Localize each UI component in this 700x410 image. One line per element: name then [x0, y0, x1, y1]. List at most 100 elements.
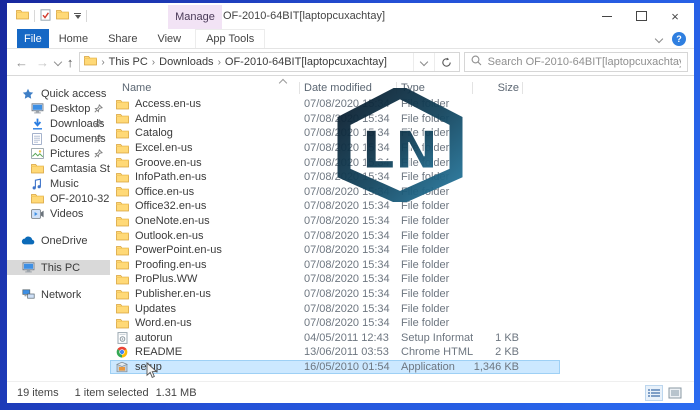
refresh-icon[interactable] [433, 53, 459, 71]
sidebar-item-downloads[interactable]: Downloads [7, 116, 110, 131]
sidebar-item-quick-access[interactable]: Quick access [7, 86, 110, 101]
sidebar-item-music[interactable]: Music [7, 176, 110, 191]
sidebar-item-label: Network [41, 288, 82, 301]
back-button[interactable]: ← [13, 56, 30, 69]
file-name-cell: Office.en-us [110, 186, 300, 198]
file-name: ProPlus.WW [135, 273, 198, 286]
table-row[interactable]: PowerPoint.en-us 07/08/2020 15:34 File fol… [110, 243, 560, 258]
tab-view[interactable]: View [147, 29, 191, 48]
column-header-size[interactable]: Size [473, 79, 523, 97]
thumbnails-view-icon[interactable] [666, 385, 684, 401]
folder-icon [115, 289, 129, 300]
tab-home[interactable]: Home [49, 29, 98, 48]
sidebar-item-onedrive[interactable]: OneDrive [7, 233, 110, 248]
folder-icon [115, 143, 129, 154]
file-type: File folder [401, 142, 450, 155]
tab-app-tools[interactable]: App Tools [195, 29, 266, 48]
sidebar-item-camtasia-studio[interactable]: Camtasia Studio [7, 161, 110, 176]
column-header-type[interactable]: Type [397, 79, 473, 97]
close-button[interactable]: × [658, 3, 692, 29]
table-row[interactable]: ProPlus.WW 07/08/2020 15:34 File folder [110, 272, 560, 287]
sidebar-item-this-pc[interactable]: This PC [7, 260, 110, 275]
file-name: Publisher.en-us [135, 288, 211, 301]
sidebar-item-documents[interactable]: Documents [7, 131, 110, 146]
window-controls: × [590, 3, 692, 29]
file-name-cell: ProPlus.WW [110, 273, 300, 285]
table-row[interactable]: Office.en-us 07/08/2020 15:34 File folder [110, 185, 560, 200]
autorun-icon [115, 331, 129, 344]
details-view-icon[interactable] [645, 384, 663, 401]
tab-file[interactable]: File [17, 29, 49, 48]
help-icon[interactable]: ? [672, 31, 686, 46]
table-row[interactable]: Catalog 07/08/2020 15:34 File folder [110, 126, 560, 141]
breadcrumb-this-pc[interactable]: This PC [109, 56, 148, 68]
pictures-icon [30, 148, 44, 159]
up-button[interactable]: ↑ [65, 56, 76, 69]
table-row[interactable]: Proofing.en-us 07/08/2020 15:34 File folde… [110, 258, 560, 273]
column-header-date-modified[interactable]: Date modified [300, 79, 397, 97]
table-row[interactable]: Outlook.en-us 07/08/2020 15:34 File folder [110, 228, 560, 243]
table-row[interactable]: setup 16/05/2010 01:54 Application 1,346 KB [110, 359, 560, 375]
folder-icon[interactable] [56, 9, 69, 23]
address-dropdown-icon[interactable] [412, 53, 434, 71]
table-row[interactable]: autorun 04/05/2011 12:43 Setup Information… [110, 331, 560, 346]
table-row[interactable]: Word.en-us 07/08/2020 15:34 File folder [110, 316, 560, 331]
file-name-cell: Updates [110, 303, 300, 315]
sidebar-item-desktop[interactable]: Desktop [7, 101, 110, 116]
qat-dropdown-icon[interactable] [74, 13, 81, 19]
search-input[interactable] [487, 56, 681, 68]
breadcrumb-downloads[interactable]: Downloads [159, 56, 213, 68]
address-bar[interactable]: › This PC › Downloads › OF-2010-64BIT[la… [79, 52, 460, 72]
table-row[interactable]: Groove.en-us 07/08/2020 15:34 File folder [110, 155, 560, 170]
table-row[interactable]: Excel.en-us 07/08/2020 15:34 File folder [110, 141, 560, 156]
sidebar-item-of-2010-32bit-lap[interactable]: OF-2010-32BIT[lap [7, 191, 110, 206]
music-icon [30, 178, 44, 190]
folder-icon[interactable] [16, 9, 29, 23]
pin-icon [94, 104, 103, 116]
minimize-button[interactable] [590, 3, 624, 29]
file-date-modified: 07/08/2020 15:34 [304, 171, 390, 184]
search-icon [471, 55, 482, 69]
table-row[interactable]: InfoPath.en-us 07/08/2020 15:34 File folde… [110, 170, 560, 185]
folder-icon [84, 55, 98, 69]
search-box[interactable] [463, 52, 688, 72]
table-row[interactable]: Access.en-us 07/08/2020 15:34 File folder [110, 97, 560, 112]
sidebar-item-label: Music [50, 177, 79, 190]
table-row[interactable]: OneNote.en-us 07/08/2020 15:34 File folder [110, 214, 560, 229]
table-row[interactable]: Admin 07/08/2020 15:34 File folder [110, 112, 560, 127]
title-bar: Manage OF-2010-64BIT[laptopcuxachtay] × [7, 3, 694, 29]
table-row[interactable]: Office32.en-us 07/08/2020 15:34 File folde… [110, 199, 560, 214]
table-row[interactable]: Publisher.en-us 07/08/2020 15:34 File fold… [110, 287, 560, 302]
tab-share[interactable]: Share [98, 29, 147, 48]
tab-manage[interactable]: Manage [168, 5, 222, 29]
file-name: setup [135, 360, 162, 373]
file-date-modified: 07/08/2020 15:34 [304, 127, 390, 140]
folder-icon [30, 193, 44, 204]
star-icon [21, 88, 35, 100]
explorer-window: Manage OF-2010-64BIT[laptopcuxachtay] × … [7, 3, 694, 403]
sidebar-item-pictures[interactable]: Pictures [7, 146, 110, 161]
video-frame: Manage OF-2010-64BIT[laptopcuxachtay] × … [0, 0, 700, 410]
file-date-modified: 07/08/2020 15:34 [304, 258, 390, 271]
quick-access-toolbar [7, 8, 87, 24]
maximize-button[interactable] [624, 3, 658, 29]
chevron-down-icon[interactable] [654, 34, 664, 43]
table-row[interactable]: Updates 07/08/2020 15:34 File folder [110, 301, 560, 316]
table-row[interactable]: README 13/06/2011 03:53 Chrome HTML Do... 2… [110, 345, 560, 360]
sidebar-item-videos[interactable]: Videos [7, 206, 110, 221]
file-name: Word.en-us [135, 317, 192, 330]
file-type: File folder [401, 229, 450, 242]
breadcrumb-current-folder[interactable]: OF-2010-64BIT[laptopcuxachtay] [225, 56, 387, 68]
properties-icon[interactable] [40, 8, 51, 24]
recent-locations-icon[interactable] [53, 57, 63, 67]
file-type: File folder [401, 127, 450, 140]
forward-button[interactable]: → [34, 56, 51, 69]
file-name-cell: Catalog [110, 127, 300, 139]
file-name: Outlook.en-us [135, 229, 204, 242]
sidebar-item-network[interactable]: Network [7, 287, 110, 302]
ribbon-tab-row: File Home Share View App Tools ? [7, 29, 694, 49]
file-date-modified: 07/08/2020 15:34 [304, 244, 390, 257]
folder-icon [115, 157, 129, 168]
column-header-name[interactable]: Name [110, 79, 300, 97]
